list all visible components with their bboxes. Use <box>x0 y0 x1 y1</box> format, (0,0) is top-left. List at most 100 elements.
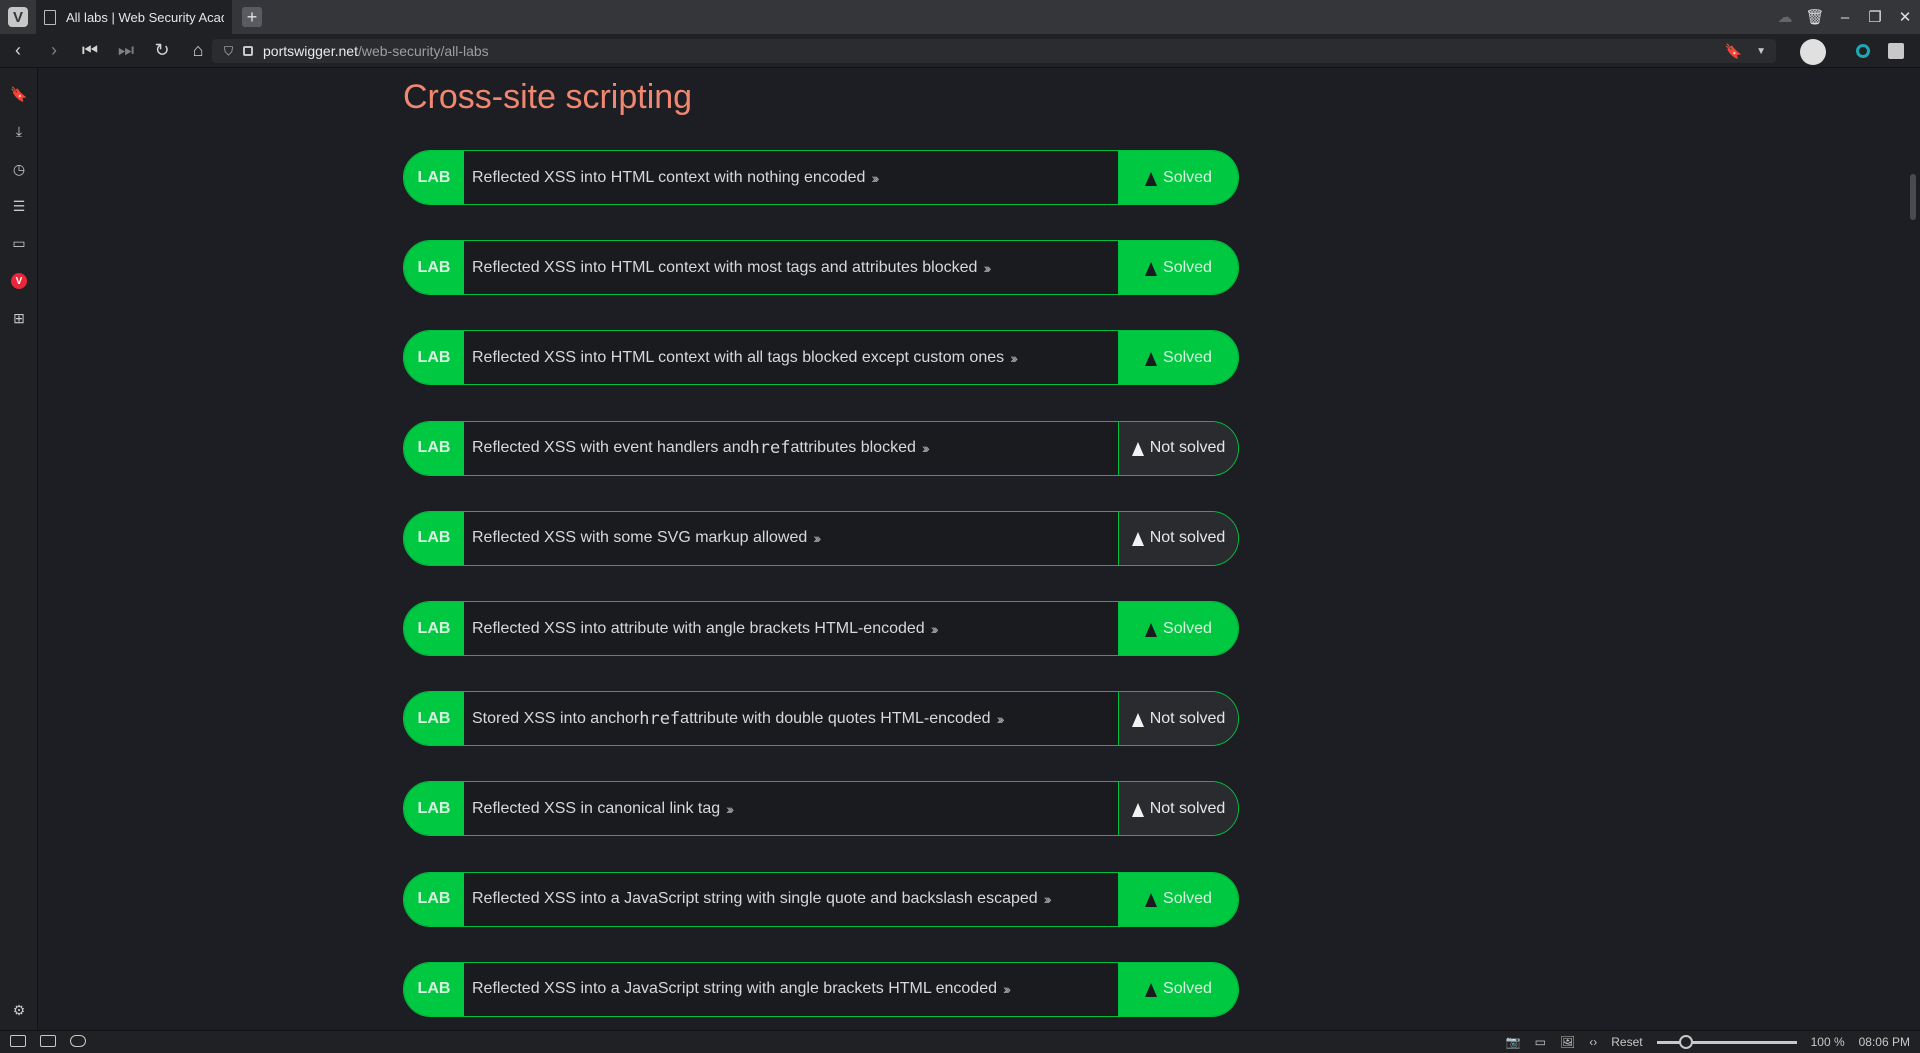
restore-button[interactable]: ❐ <box>1860 8 1890 26</box>
capture-icon[interactable]: 📷 <box>1506 1035 1521 1049</box>
shield-icon[interactable]: ⛉ <box>224 44 233 59</box>
zoom-reset-button[interactable]: Reset <box>1611 1035 1642 1049</box>
lab-status-badge[interactable]: Not solved <box>1118 511 1238 565</box>
zoom-slider-knob[interactable] <box>1678 1034 1693 1049</box>
lab-row[interactable]: LAB Reflected XSS in canonical link tag ››… <box>403 781 1239 837</box>
lab-tag: LAB <box>404 602 464 655</box>
double-chevron-right-icon: ››› <box>921 440 930 457</box>
flask-icon <box>1145 622 1158 637</box>
forward-button[interactable]: › <box>36 40 72 61</box>
lab-status-badge[interactable]: Solved <box>1118 151 1238 204</box>
lab-title-link[interactable]: Reflected XSS into HTML context with not… <box>472 151 879 204</box>
close-button[interactable]: ✕ <box>1890 8 1920 26</box>
zoom-slider[interactable] <box>1656 1034 1797 1049</box>
lab-title-link[interactable]: Reflected XSS into a JavaScript string w… <box>472 873 1052 926</box>
lab-title-link[interactable]: Reflected XSS in canonical link tag ››› <box>472 782 734 835</box>
vivaldi-logo-icon: V <box>8 7 28 27</box>
images-icon[interactable]: 🖼 <box>1560 1035 1575 1049</box>
clock: 08:06 PM <box>1858 1035 1910 1049</box>
lab-tag: LAB <box>404 331 464 385</box>
sync-icon[interactable]: ☁ <box>1770 8 1800 26</box>
profile-avatar[interactable] <box>1800 39 1826 65</box>
url-domain: portswigger.net <box>263 43 358 59</box>
double-chevron-right-icon: ››› <box>871 169 879 186</box>
tile-icon[interactable] <box>40 1035 56 1047</box>
reload-button[interactable]: ↻ <box>144 40 180 61</box>
lab-row[interactable]: LAB Reflected XSS into a JavaScript strin… <box>403 871 1239 927</box>
add-panel-icon[interactable]: ⊞ <box>11 310 27 326</box>
lab-title-code: href <box>749 438 791 459</box>
vivaldi-menu-button[interactable]: V <box>0 0 36 34</box>
lab-title-link[interactable]: Reflected XSS into a JavaScript string w… <box>472 963 1011 1016</box>
lab-status-badge[interactable]: Not solved <box>1118 421 1238 475</box>
tab-bar: V All labs | Web Security Academy + ☁ 🗑 … <box>0 0 1920 34</box>
lab-status-badge[interactable]: Solved <box>1118 872 1238 926</box>
flask-icon <box>1145 983 1158 998</box>
lab-status-badge[interactable]: Solved <box>1118 602 1238 655</box>
notes-panel-icon[interactable]: ☰ <box>11 198 27 214</box>
lab-row[interactable]: LAB Reflected XSS with event handlers and… <box>403 420 1239 476</box>
lab-status-text: Solved <box>1163 980 1212 998</box>
lab-status-text: Not solved <box>1149 439 1226 457</box>
lab-title-text: Reflected XSS in canonical link tag <box>472 799 721 817</box>
lab-title-link[interactable]: Reflected XSS with event handlers and hr… <box>472 422 930 475</box>
fast-forward-button[interactable]: ⏭ <box>108 40 144 61</box>
extension-icon[interactable] <box>1856 44 1870 58</box>
lab-title-text: Reflected XSS into HTML context with all… <box>472 348 1005 366</box>
lab-row[interactable]: LAB Stored XSS into anchor href attribute… <box>403 691 1239 747</box>
history-panel-icon[interactable]: ◷ <box>11 161 27 177</box>
bookmark-icon[interactable]: 🔖 <box>1725 43 1742 60</box>
lab-status-badge[interactable]: Solved <box>1118 962 1238 1016</box>
lab-row[interactable]: LAB Reflected XSS with some SVG markup al… <box>403 510 1239 566</box>
lab-title-text: Reflected XSS into a JavaScript string w… <box>472 890 1038 908</box>
extension-puzzle-icon[interactable] <box>1888 43 1904 59</box>
scrollbar-thumb[interactable] <box>1910 174 1916 220</box>
scrollbar[interactable] <box>1906 68 1920 1030</box>
status-bar: 📷 ▭ 🖼 ‹› Reset 100 % 08:06 PM <box>0 1030 1920 1053</box>
lab-title-text: Reflected XSS with event handlers and <box>472 439 750 457</box>
window-panel-icon[interactable]: ▭ <box>11 235 27 251</box>
lab-status-badge[interactable]: Not solved <box>1118 692 1238 746</box>
flask-icon <box>1131 802 1144 817</box>
bookmarks-panel-icon[interactable]: 🔖 <box>10 86 27 102</box>
code-icon[interactable]: ‹› <box>1589 1035 1597 1049</box>
vivaldi-panel-icon[interactable]: V <box>11 273 27 289</box>
minimize-button[interactable]: – <box>1830 9 1860 26</box>
lab-status-badge[interactable]: Solved <box>1118 331 1238 385</box>
rewind-button[interactable]: ⏮ <box>72 40 108 61</box>
lab-status-text: Not solved <box>1149 709 1226 727</box>
url-path: /web-security/all-labs <box>357 43 489 59</box>
panel-toggle-icon[interactable] <box>10 1035 26 1047</box>
lock-icon[interactable] <box>243 46 254 56</box>
lab-status-text: Not solved <box>1149 799 1226 817</box>
lab-status-badge[interactable]: Not solved <box>1118 782 1238 836</box>
flask-icon <box>1131 442 1144 457</box>
tab-all-labs[interactable]: All labs | Web Security Academy <box>36 0 232 34</box>
downloads-panel-icon[interactable]: ⤓ <box>11 123 27 139</box>
address-field[interactable]: ⛉ portswigger.net /web-security/all-labs… <box>212 39 1776 63</box>
lab-row[interactable]: LAB Reflected XSS into HTML context with … <box>403 240 1239 296</box>
lab-row[interactable]: LAB Reflected XSS into HTML context with … <box>403 330 1239 386</box>
cloud-icon[interactable] <box>70 1035 86 1047</box>
settings-gear-icon[interactable]: ⚙ <box>11 1002 27 1018</box>
new-tab-button[interactable]: + <box>242 7 262 27</box>
double-chevron-right-icon: ››› <box>983 259 991 276</box>
flask-icon <box>1145 261 1158 276</box>
lab-title-text: Reflected XSS into a JavaScript string w… <box>472 980 997 998</box>
back-button[interactable]: ‹ <box>0 40 36 61</box>
lab-title-link[interactable]: Reflected XSS into attribute with angle … <box>472 602 939 655</box>
lab-row[interactable]: LAB Reflected XSS into a JavaScript strin… <box>403 961 1239 1017</box>
lab-row[interactable]: LAB Reflected XSS into HTML context with … <box>403 150 1239 205</box>
lab-status-badge[interactable]: Solved <box>1118 241 1238 295</box>
chevron-down-icon[interactable]: ▼ <box>1756 46 1766 57</box>
lab-title-link[interactable]: Reflected XSS into HTML context with all… <box>472 331 1018 384</box>
lab-title-link[interactable]: Stored XSS into anchor href attribute wi… <box>472 692 1005 745</box>
lab-row[interactable]: LAB Reflected XSS into attribute with ang… <box>403 601 1239 656</box>
lab-title-code: href <box>639 708 681 729</box>
window-controls: ☁ 🗑 – ❐ ✕ <box>1770 0 1920 34</box>
home-button[interactable]: ⌂ <box>180 40 216 61</box>
lab-title-link[interactable]: Reflected XSS with some SVG markup allow… <box>472 512 821 565</box>
trash-icon[interactable]: 🗑 <box>1800 8 1830 26</box>
page-tiling-icon[interactable]: ▭ <box>1535 1035 1546 1049</box>
lab-title-link[interactable]: Reflected XSS into HTML context with mos… <box>472 241 991 294</box>
